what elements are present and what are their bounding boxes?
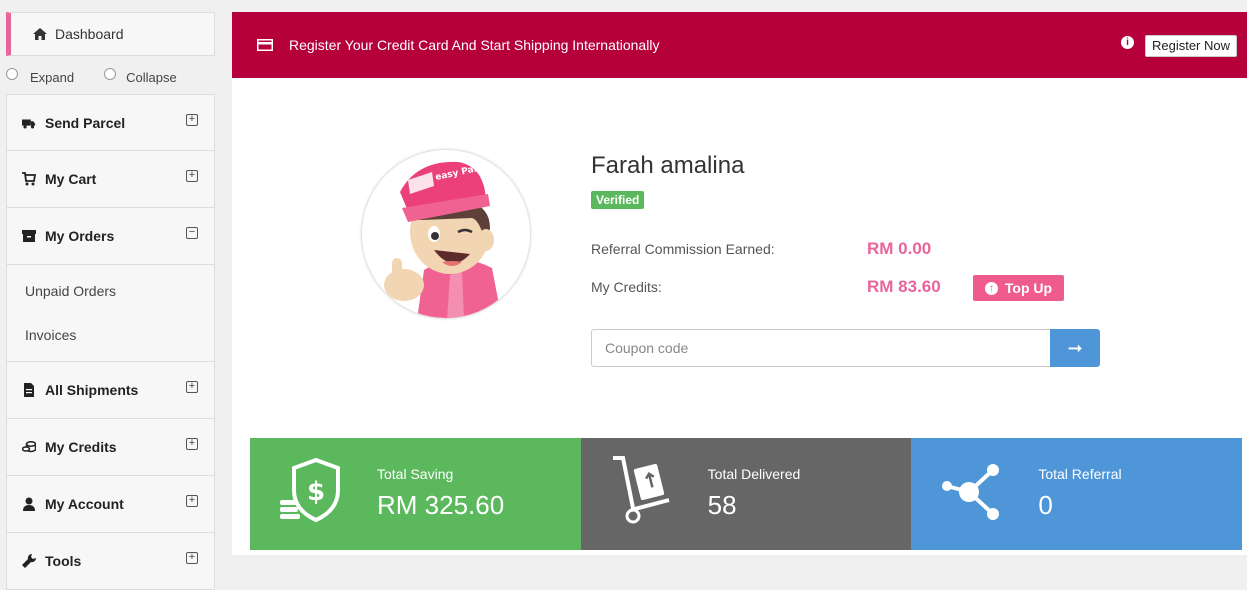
expand-collapse-group: Expand Collapse (6, 66, 215, 88)
expand-toggle-icon[interactable]: + (186, 552, 198, 564)
collapse-toggle-icon[interactable]: − (186, 227, 198, 239)
commission-value: RM 0.00 (867, 239, 932, 258)
credit-card-banner: Register Your Credit Card And Start Ship… (232, 12, 1247, 78)
submenu-item-invoices[interactable]: Invoices (7, 313, 214, 357)
stat-value: 0 (1038, 490, 1053, 520)
top-up-label: Top Up (1004, 280, 1053, 296)
stats-row: $ Total Saving RM 325.60 Total Delivered… (250, 438, 1243, 550)
cart-icon (21, 172, 37, 186)
submenu-item-unpaid-orders[interactable]: Unpaid Orders (7, 269, 214, 313)
stat-label: Total Referral (1038, 466, 1122, 482)
sidebar-item-label: Tools (45, 553, 82, 569)
stat-total-delivered: Total Delivered 58 (580, 438, 912, 550)
sidebar-item-label: My Orders (45, 228, 115, 244)
expand-toggle-icon[interactable]: + (186, 381, 198, 393)
sidebar-item-dashboard[interactable]: Dashboard (6, 12, 215, 56)
sidebar-item-my-orders[interactable]: My Orders − (6, 208, 215, 265)
register-now-button[interactable]: Register Now (1144, 35, 1237, 57)
arrow-right-icon: ➞ (1067, 337, 1083, 358)
coins-icon (21, 440, 37, 454)
collapse-option[interactable]: Collapse (104, 68, 177, 85)
stat-value: RM 325.60 (377, 490, 505, 520)
expand-radio[interactable] (6, 68, 18, 80)
sidebar-item-my-account[interactable]: My Account + (6, 476, 215, 533)
collapse-label: Collapse (126, 69, 177, 85)
user-icon (21, 497, 37, 511)
sidebar-item-label: Send Parcel (45, 114, 126, 131)
stat-total-saving: $ Total Saving RM 325.60 (250, 438, 581, 550)
expand-toggle-icon[interactable]: + (186, 438, 198, 450)
box-icon (21, 229, 37, 243)
top-up-button[interactable]: ↑ Top Up (973, 275, 1064, 301)
truck-icon (21, 116, 37, 130)
expand-option[interactable]: Expand (6, 68, 104, 85)
expand-toggle-icon[interactable]: + (186, 170, 198, 182)
stat-label: Total Delivered (707, 466, 801, 482)
avatar: easy Parcel (362, 150, 530, 318)
sidebar-menu: Send Parcel + My Cart + My Orders − Unpa… (6, 94, 215, 590)
share-icon (942, 464, 1000, 520)
orders-submenu: Unpaid Orders Invoices (6, 265, 215, 362)
hand-truck-icon (612, 456, 670, 524)
credits-label: My Credits: (591, 279, 662, 295)
credits-value: RM 83.60 (867, 277, 941, 296)
coupon-input[interactable] (591, 329, 1051, 367)
sidebar-item-label: My Credits (45, 439, 117, 455)
info-icon[interactable]: i (1121, 36, 1134, 49)
expand-toggle-icon[interactable]: + (186, 495, 198, 507)
main-content: Register Your Credit Card And Start Ship… (232, 12, 1247, 555)
arrow-up-circle-icon: ↑ (984, 281, 998, 295)
svg-text:$: $ (307, 477, 325, 507)
mascot-image: easy Parcel (362, 150, 530, 318)
verified-badge: Verified (591, 191, 645, 209)
banner-text: Register Your Credit Card And Start Ship… (289, 37, 660, 53)
sidebar: Dashboard Expand Collapse Send Parcel + … (0, 0, 222, 590)
expand-label: Expand (30, 69, 75, 85)
stat-value: 58 (707, 490, 737, 520)
sidebar-item-all-shipments[interactable]: All Shipments + (6, 362, 215, 419)
commission-label: Referral Commission Earned: (591, 241, 775, 257)
shield-dollar-icon: $ (280, 457, 340, 523)
sidebar-item-send-parcel[interactable]: Send Parcel + (6, 94, 215, 151)
sidebar-item-my-cart[interactable]: My Cart + (6, 151, 215, 208)
dashboard-label: Dashboard (55, 26, 124, 42)
sidebar-item-label: My Cart (45, 171, 97, 187)
coupon-submit-button[interactable]: ➞ (1050, 329, 1100, 367)
sidebar-item-my-credits[interactable]: My Credits + (6, 419, 215, 476)
sidebar-item-tools[interactable]: Tools + (6, 533, 215, 590)
home-icon (33, 28, 47, 40)
sidebar-item-label: My Account (45, 496, 124, 512)
stat-label: Total Saving (377, 466, 454, 482)
credit-card-icon (257, 39, 273, 51)
user-name: Farah amalina (591, 152, 745, 179)
wrench-icon (21, 554, 37, 568)
sidebar-item-label: All Shipments (45, 382, 139, 398)
expand-toggle-icon[interactable]: + (186, 114, 198, 126)
collapse-radio[interactable] (104, 68, 117, 80)
document-icon (21, 383, 37, 397)
stat-total-referral: Total Referral 0 (911, 438, 1243, 550)
